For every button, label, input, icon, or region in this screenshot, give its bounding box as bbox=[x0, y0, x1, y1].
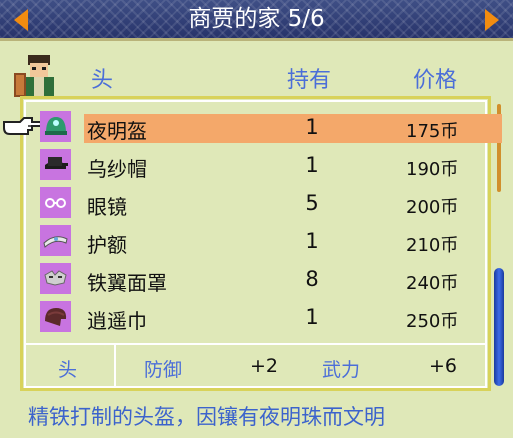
hat-icon bbox=[40, 149, 71, 180]
item-name: 乌纱帽 bbox=[87, 157, 147, 181]
item-price: 175币 bbox=[406, 117, 458, 143]
item-price-value: 190 bbox=[406, 159, 441, 180]
next-page-arrow-icon[interactable] bbox=[485, 9, 499, 31]
title-bar: 商贾的家 5/6 bbox=[0, 0, 513, 41]
currency-unit: 币 bbox=[440, 121, 459, 142]
scrollbar-thumb[interactable] bbox=[494, 268, 504, 386]
item-qty: 1 bbox=[305, 229, 319, 253]
shopkeeper-avatar bbox=[12, 53, 66, 99]
item-price-value: 175 bbox=[406, 121, 441, 142]
item-name: 护额 bbox=[87, 233, 127, 257]
stat-defense-label: 防御 bbox=[144, 359, 183, 381]
currency-unit: 币 bbox=[440, 235, 459, 256]
currency-unit: 币 bbox=[440, 311, 459, 332]
item-name: 逍遥巾 bbox=[87, 309, 147, 333]
item-price: 210币 bbox=[406, 231, 458, 257]
item-price: 240币 bbox=[406, 269, 458, 295]
item-price-value: 200 bbox=[406, 197, 441, 218]
currency-unit: 币 bbox=[440, 159, 459, 180]
item-price: 190币 bbox=[406, 155, 458, 181]
item-qty: 1 bbox=[305, 115, 319, 139]
glasses-icon bbox=[40, 187, 71, 218]
currency-unit: 币 bbox=[440, 273, 459, 294]
item-name: 眼镜 bbox=[87, 195, 127, 219]
item-qty: 1 bbox=[305, 305, 319, 329]
stat-attack-value: +6 bbox=[429, 355, 458, 377]
list-item[interactable]: 护额 1 210币 bbox=[34, 224, 474, 257]
helmet-icon bbox=[40, 111, 71, 142]
list-item[interactable]: 铁翼面罩 8 240币 bbox=[34, 262, 474, 295]
list-item[interactable]: 夜明盔 1 175币 bbox=[34, 110, 502, 143]
stats-divider bbox=[114, 345, 116, 387]
item-name: 铁翼面罩 bbox=[87, 271, 167, 295]
owned-header: 持有 bbox=[287, 68, 332, 93]
list-item[interactable]: 逍遥巾 1 250币 bbox=[34, 300, 474, 333]
currency-unit: 币 bbox=[440, 197, 459, 218]
item-description: 精铁打制的头盔，因镶有夜明珠而文明 bbox=[28, 405, 385, 429]
item-qty: 1 bbox=[305, 153, 319, 177]
price-header: 价格 bbox=[413, 68, 458, 93]
item-qty: 8 bbox=[305, 267, 319, 291]
category-header: 头 bbox=[91, 68, 114, 93]
list-item[interactable]: 眼镜 5 200币 bbox=[34, 186, 474, 219]
stat-attack-label: 武力 bbox=[322, 359, 361, 381]
stat-defense-value: +2 bbox=[250, 355, 279, 377]
item-stats-bar: 头 防御 +2 武力 +6 bbox=[26, 343, 487, 387]
item-qty: 5 bbox=[305, 191, 319, 215]
mask-icon bbox=[40, 263, 71, 294]
item-price-value: 240 bbox=[406, 273, 441, 294]
item-price-value: 210 bbox=[406, 235, 441, 256]
item-price: 200币 bbox=[406, 193, 458, 219]
list-item[interactable]: 乌纱帽 1 190币 bbox=[34, 148, 474, 181]
item-price-value: 250 bbox=[406, 311, 441, 332]
turban-icon bbox=[40, 301, 71, 332]
shop-title: 商贾的家 5/6 bbox=[188, 6, 325, 32]
stat-slot: 头 bbox=[58, 359, 78, 381]
item-price: 250币 bbox=[406, 307, 458, 333]
headband-icon bbox=[40, 225, 71, 256]
item-name: 夜明盔 bbox=[87, 119, 147, 143]
